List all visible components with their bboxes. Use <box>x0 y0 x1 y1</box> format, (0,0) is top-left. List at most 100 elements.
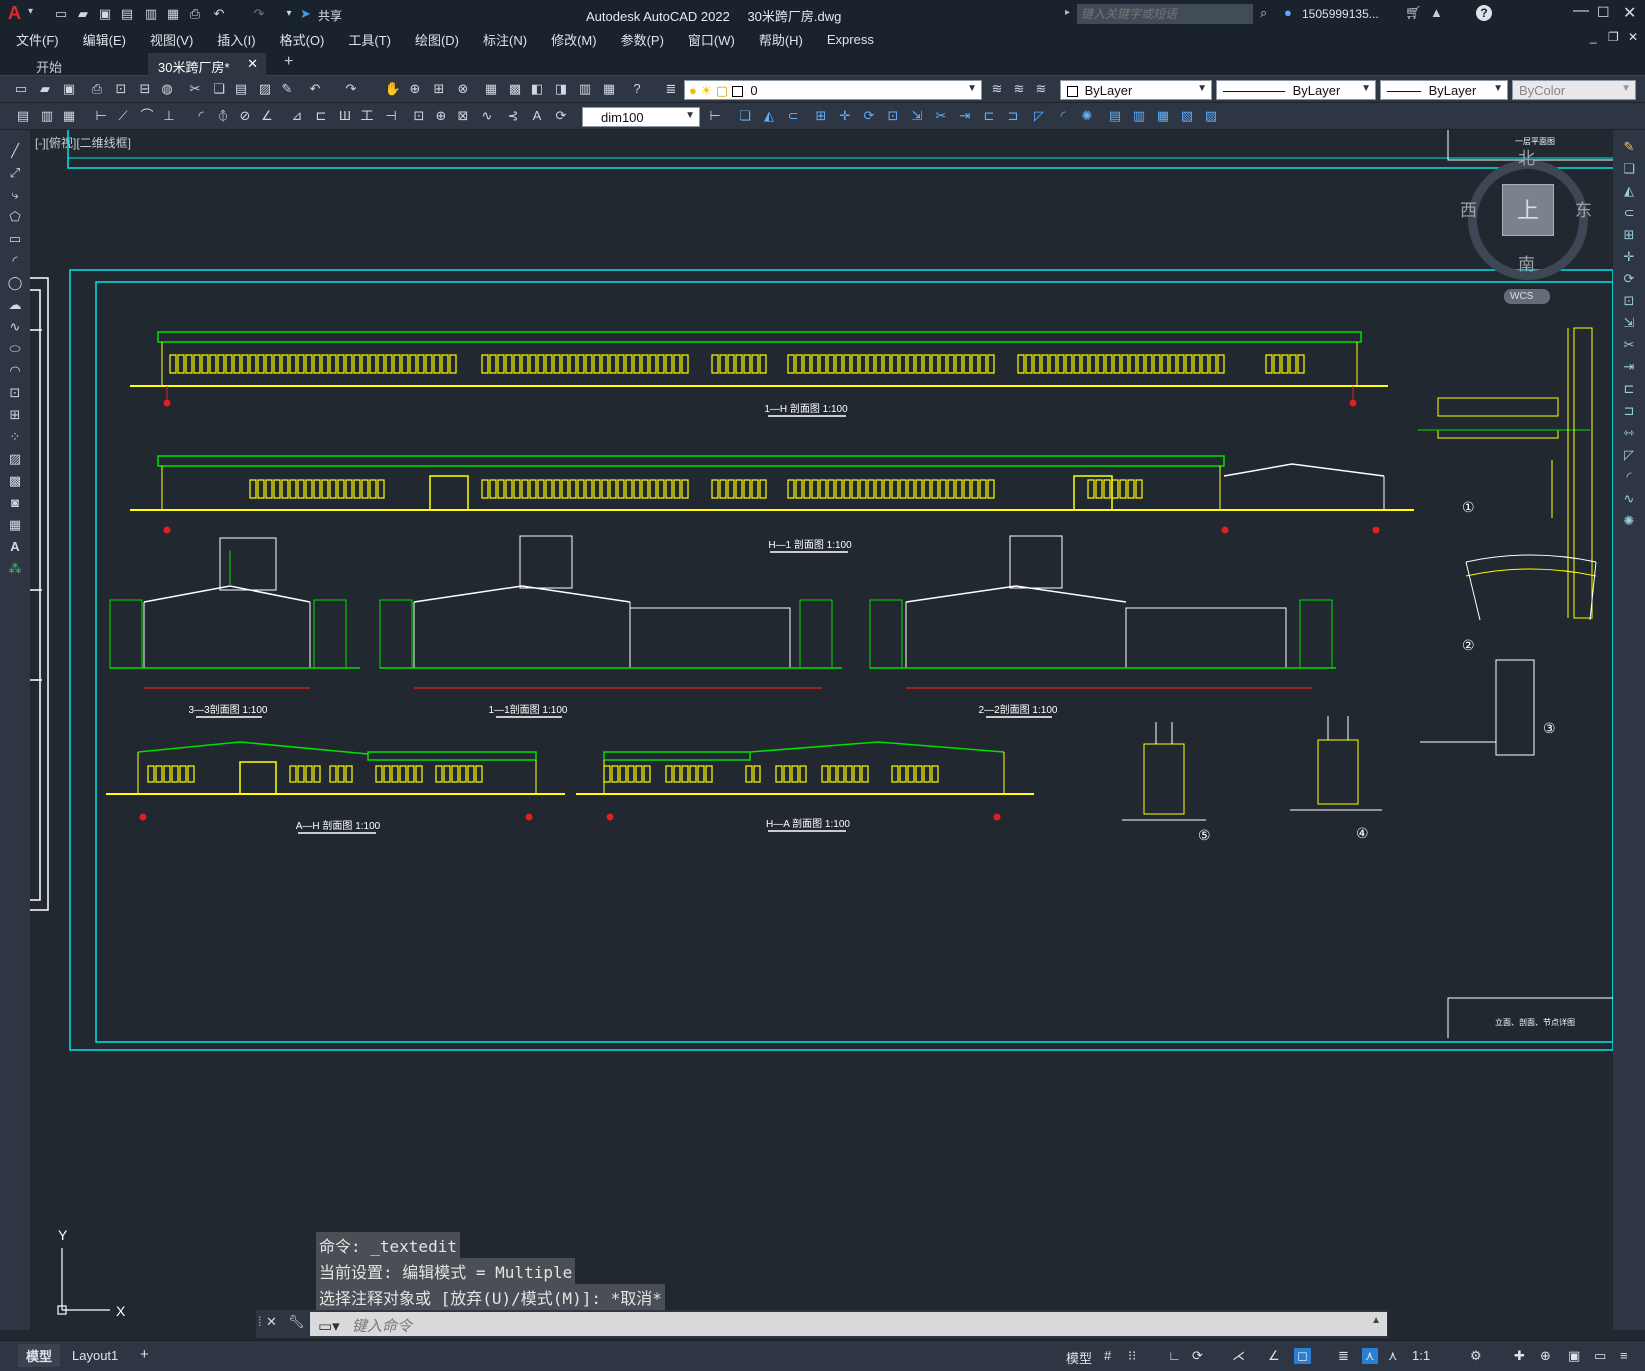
zoom-window-icon[interactable]: ⊞ <box>430 80 448 98</box>
share-button[interactable]: 共享 <box>318 7 342 24</box>
menu-help[interactable]: 帮助(H) <box>759 30 803 49</box>
break-r-icon[interactable]: ⊐ <box>1620 402 1638 420</box>
new-layout-button[interactable]: + <box>140 1346 149 1363</box>
chamfer-icon[interactable]: ◸ <box>1030 107 1048 125</box>
tool-b-icon[interactable]: ▥ <box>38 107 56 125</box>
construction-line-icon[interactable]: ⤢ <box>6 164 24 182</box>
dim-arc-icon[interactable]: ⌒ <box>138 107 156 125</box>
web-open-icon[interactable]: ▥ <box>142 5 160 23</box>
region-icon[interactable]: ◙ <box>6 494 24 512</box>
open-file-icon[interactable]: ▰ <box>74 5 92 23</box>
center-mark-icon[interactable]: ⊕ <box>432 107 450 125</box>
search-expand-icon[interactable]: ▸ <box>1065 7 1070 18</box>
maximize-icon[interactable]: ☐ <box>1597 4 1610 21</box>
inspect-icon[interactable]: ⊠ <box>454 107 472 125</box>
menu-draw[interactable]: 绘图(D) <box>415 30 459 49</box>
annotation-visibility-icon[interactable]: ⋏ <box>1362 1348 1378 1364</box>
rotate-icon[interactable]: ⟳ <box>860 107 878 125</box>
osnap-tracking-icon[interactable]: ∠ <box>1268 1348 1280 1364</box>
menu-dimension[interactable]: 标注(N) <box>483 30 527 49</box>
ellipse-icon[interactable]: ⬭ <box>6 340 24 358</box>
command-history-up-icon[interactable]: ▲ <box>1371 1315 1381 1326</box>
markup-icon[interactable]: ▥ <box>576 80 594 98</box>
autodesk-app-icon[interactable]: ▲ <box>1430 5 1443 20</box>
draworder-under-icon[interactable]: ▧ <box>1178 107 1196 125</box>
open-icon[interactable]: ▰ <box>36 80 54 98</box>
osnap-icon[interactable]: ◻ <box>1294 1348 1311 1364</box>
add-selected-icon[interactable]: ⁂ <box>6 560 24 578</box>
qnew-icon[interactable]: ▭ <box>12 80 30 98</box>
edit-polyline-icon[interactable]: ▨ <box>1202 107 1220 125</box>
dim-break-icon[interactable]: ⊣ <box>382 107 400 125</box>
copy-obj-icon[interactable]: ❏ <box>736 107 754 125</box>
lineweight-dropdown[interactable]: ByLayer ▼ <box>1380 80 1508 100</box>
menu-parametric[interactable]: 参数(P) <box>621 30 664 49</box>
doc-minimize-icon[interactable]: _ <box>1590 30 1597 44</box>
scale-r-icon[interactable]: ⊡ <box>1620 292 1638 310</box>
cart-icon[interactable]: 🛒︎ <box>1405 5 1422 21</box>
dimstyle-manager-icon[interactable]: ⊢ <box>706 107 724 125</box>
break-point-r-icon[interactable]: ⊏ <box>1620 380 1638 398</box>
draworder-back-icon[interactable]: ▥ <box>1130 107 1148 125</box>
draworder-front-icon[interactable]: ▤ <box>1106 107 1124 125</box>
doc-restore-icon[interactable]: ❐ <box>1608 30 1619 44</box>
chamfer-r-icon[interactable]: ◸ <box>1620 446 1638 464</box>
command-grip-icon[interactable]: ⁞ <box>258 1314 262 1329</box>
autocad-logo-icon[interactable]: A <box>8 3 21 24</box>
undo-icon[interactable]: ↶ <box>210 5 228 23</box>
lineweight-icon[interactable]: ≣ <box>1338 1348 1349 1364</box>
scale-icon[interactable]: ⊡ <box>884 107 902 125</box>
move-icon[interactable]: ✛ <box>836 107 854 125</box>
copy-icon[interactable]: ❏ <box>210 80 228 98</box>
dim-update-icon[interactable]: ⟳ <box>552 107 570 125</box>
menu-edit[interactable]: 编辑(E) <box>83 30 126 49</box>
polygon-icon[interactable]: ⬠ <box>6 208 24 226</box>
tab-start[interactable]: 开始 <box>26 53 146 76</box>
isodraft-icon[interactable]: ⋌ <box>1232 1348 1245 1364</box>
circle-icon[interactable]: ◯ <box>6 274 24 292</box>
preview-icon[interactable]: ⊡ <box>112 80 130 98</box>
fillet-icon[interactable]: ◜ <box>1054 107 1072 125</box>
tab-drawing[interactable]: 30米跨厂房* ✕ <box>148 53 266 76</box>
command-customize-icon[interactable]: 🔧︎ <box>288 1314 305 1330</box>
offset-icon[interactable]: ⊂ <box>784 107 802 125</box>
viewcube-top-face[interactable]: 上 <box>1502 184 1554 236</box>
annotation-scale[interactable]: 1:1 <box>1412 1348 1430 1363</box>
drawing-canvas[interactable]: [-][俯视][二维线框] 一层平面图 立面、剖面、节点详图 1—H 剖面图 1… <box>30 130 1613 1330</box>
dim-space-icon[interactable]: 工 <box>358 107 376 125</box>
units-icon[interactable]: ⊕ <box>1540 1348 1551 1364</box>
redo-icon[interactable]: ↷ <box>250 5 268 23</box>
blend-r-icon[interactable]: ∿ <box>1620 490 1638 508</box>
move-r-icon[interactable]: ✛ <box>1620 248 1638 266</box>
status-customize-icon[interactable]: ≡ <box>1620 1348 1628 1363</box>
ortho-icon[interactable]: ∟ <box>1168 1348 1181 1363</box>
doc-close-icon[interactable]: ✕ <box>1628 30 1638 44</box>
block-editor-icon[interactable]: ✎ <box>278 80 296 98</box>
make-current-icon[interactable]: ≋ <box>988 80 1006 98</box>
join-r-icon[interactable]: ⇿ <box>1620 424 1638 442</box>
publish-icon[interactable]: ⊟ <box>136 80 154 98</box>
annomonitor-icon[interactable]: ✚ <box>1514 1348 1525 1364</box>
grid-icon[interactable]: # <box>1104 1348 1111 1363</box>
save-as-icon[interactable]: ▤ <box>118 5 136 23</box>
tool-a-icon[interactable]: ▤ <box>14 107 32 125</box>
make-block-icon[interactable]: ⊞ <box>6 406 24 424</box>
dim-diameter-icon[interactable]: ⊘ <box>236 107 254 125</box>
jog-linear-icon[interactable]: ∿ <box>478 107 496 125</box>
layout-tab-layout1[interactable]: Layout1 <box>72 1348 118 1363</box>
help-tool-icon[interactable]: ? <box>628 80 646 98</box>
arc-icon[interactable]: ◜ <box>6 252 24 270</box>
layout-tab-model[interactable]: 模型 <box>18 1344 61 1367</box>
web-save-icon[interactable]: ▦ <box>164 5 182 23</box>
new-tab-button[interactable]: + <box>284 53 293 71</box>
command-recent-icon[interactable]: ▭▾ <box>318 1318 340 1335</box>
revcloud-icon[interactable]: ☁ <box>6 296 24 314</box>
toolpalettes-icon[interactable]: ◧ <box>528 80 546 98</box>
properties-icon[interactable]: ▦ <box>482 80 500 98</box>
mirror-r-icon[interactable]: ◭ <box>1620 182 1638 200</box>
erase-icon[interactable]: ✎ <box>1620 138 1638 156</box>
offset-r-icon[interactable]: ⊂ <box>1620 204 1638 222</box>
insert-block-icon[interactable]: ⊡ <box>6 384 24 402</box>
array-icon[interactable]: ⊞ <box>812 107 830 125</box>
extend-icon[interactable]: ⇥ <box>956 107 974 125</box>
